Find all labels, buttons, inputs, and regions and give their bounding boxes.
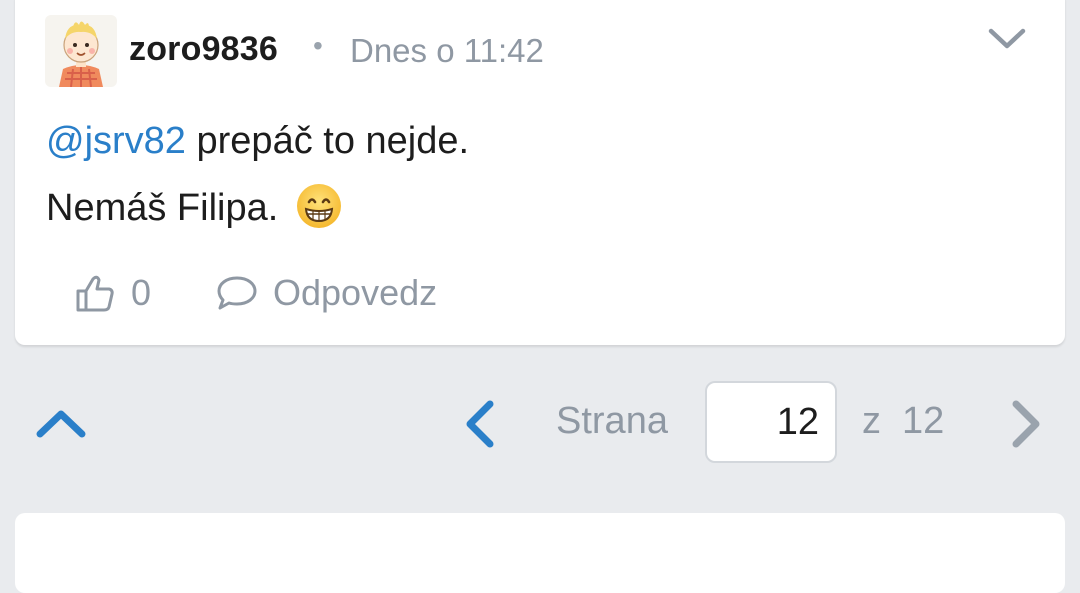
chevron-left-icon [466, 400, 494, 448]
page-number-input[interactable] [705, 381, 837, 463]
thumbs-up-icon [76, 275, 114, 312]
comment-card: zoro9836 • Dnes o 11:42 @jsrv82 prepáč t… [15, 0, 1065, 345]
next-comment-card [15, 513, 1065, 593]
avatar[interactable] [45, 15, 117, 87]
comment-line-2: Nemáš Filipa. [46, 184, 343, 234]
post-timestamp: Dnes o 11:42 [350, 32, 544, 69]
author-name[interactable]: zoro9836 [129, 30, 278, 69]
previous-page-button[interactable] [460, 398, 500, 450]
total-pages: 12 [902, 400, 945, 442]
reply-button[interactable]: Odpovedz [215, 268, 437, 318]
scroll-to-top-button[interactable] [34, 402, 88, 442]
grinning-emoji-icon [295, 182, 343, 230]
chevron-down-icon[interactable] [985, 24, 1029, 54]
next-page-button[interactable] [1006, 398, 1046, 450]
reply-label: Odpovedz [273, 272, 438, 313]
page-label: Strana [556, 400, 668, 442]
user-mention-link[interactable]: @jsrv82 [46, 120, 186, 162]
like-count: 0 [131, 272, 152, 313]
page-of-label: z [862, 400, 881, 442]
comment-text: prepáč to nejde. [185, 120, 470, 162]
comment-text: Nemáš Filipa. [46, 187, 279, 230]
chevron-up-icon [36, 410, 86, 438]
chevron-right-icon [1012, 400, 1040, 448]
speech-bubble-icon [217, 276, 257, 310]
like-button[interactable]: 0 [73, 268, 151, 318]
meta-separator: • [313, 30, 323, 61]
avatar-image [59, 21, 103, 87]
comment-line-1: @jsrv82 prepáč to nejde. [46, 120, 469, 163]
